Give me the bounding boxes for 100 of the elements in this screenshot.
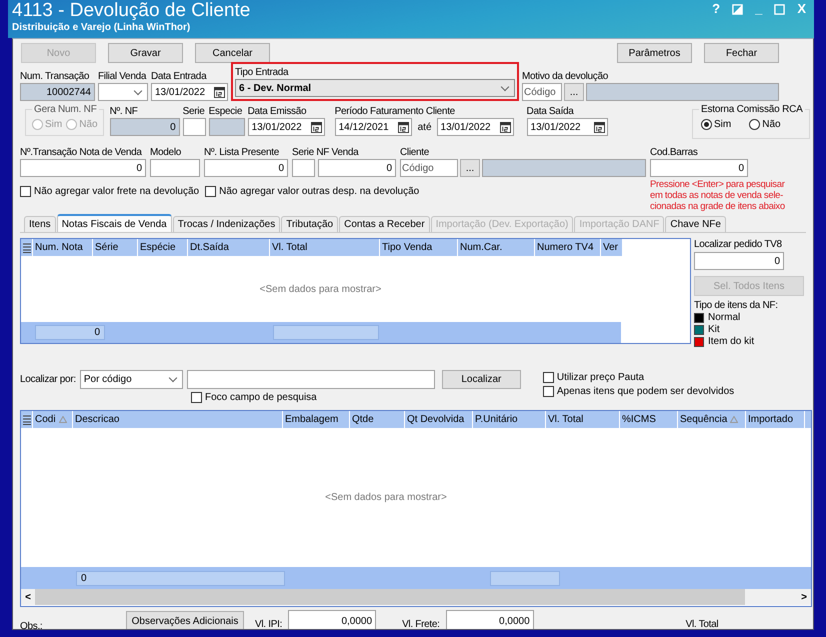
ipi-field[interactable]: 0,0000 <box>288 610 376 629</box>
freight-field[interactable]: 0,0000 <box>446 610 534 629</box>
search-mode-dropdown[interactable]: Por código <box>80 370 183 389</box>
column-header[interactable]: Série <box>92 239 137 256</box>
column-header[interactable]: Vl. Total <box>545 411 619 428</box>
lookup-button[interactable]: ... <box>460 159 480 177</box>
tab[interactable]: Notas Fiscais de Venda <box>56 214 172 232</box>
column-header[interactable]: Ver <box>600 239 622 256</box>
column-chooser-icon[interactable] <box>23 414 31 424</box>
column-header[interactable]: Num.Car. <box>457 239 534 256</box>
checkbox-label: Foco campo de pesquisa <box>205 392 317 403</box>
column-header[interactable]: Vl. Total <box>269 239 379 256</box>
tab[interactable]: Itens <box>24 216 56 232</box>
date-field[interactable]: 13/01/2022 <box>151 83 228 101</box>
tab[interactable]: Chave NFe <box>665 216 726 232</box>
checkbox[interactable] <box>542 372 554 383</box>
entry-type-dropdown[interactable]: 6 - Dev. Normal <box>235 79 515 97</box>
summary-cell <box>490 570 560 586</box>
column-header[interactable]: Embalagem <box>282 411 349 428</box>
checkbox-label: Utilizar preço Pauta <box>556 372 644 383</box>
column-header[interactable]: Tipo Venda <box>379 239 457 256</box>
invoice-number-field: 0 <box>110 118 180 136</box>
scroll-left-arrow[interactable]: < <box>21 592 35 602</box>
order-search-field[interactable]: 0 <box>694 252 784 270</box>
column-header[interactable]: %ICMS <box>619 411 677 428</box>
checkbox[interactable] <box>20 186 31 197</box>
field-label: Nº. Lista Presente <box>204 146 280 159</box>
column-header[interactable]: P.Unitário <box>472 411 545 428</box>
transaction-field: 10002744 <box>20 83 95 101</box>
radio-label: Sim <box>714 118 732 130</box>
search-button[interactable]: Localizar <box>442 370 521 389</box>
calendar-icon[interactable] <box>500 122 511 132</box>
field-label: Data Entrada <box>151 70 208 83</box>
species-field <box>208 118 245 136</box>
checkbox[interactable] <box>542 386 554 397</box>
horizontal-scrollbar[interactable]: < > <box>21 589 811 605</box>
scroll-right-arrow[interactable]: > <box>797 592 811 602</box>
checkbox[interactable] <box>205 186 216 197</box>
column-header[interactable]: Descricao <box>72 411 282 428</box>
sale-invoice-field[interactable]: 0 <box>318 159 396 177</box>
legend-label: Normal <box>708 312 740 324</box>
toolbar-button[interactable]: Cancelar <box>195 43 270 63</box>
column-chooser-icon[interactable] <box>23 242 31 252</box>
sort-icon <box>58 416 67 423</box>
search-field[interactable] <box>186 370 435 389</box>
calendar-icon[interactable] <box>310 122 322 132</box>
field-label: Filial Venda <box>98 70 148 83</box>
field-label: Nº. NF <box>110 105 139 118</box>
column-header[interactable]: Qtde <box>349 411 404 428</box>
legend-label: Kit <box>708 324 720 336</box>
column-header[interactable]: Espécie <box>137 239 187 256</box>
gift-list-field[interactable]: 0 <box>204 159 288 177</box>
date-field[interactable]: 13/01/2022 <box>526 118 608 136</box>
radio-label: Não <box>79 118 98 130</box>
maximize-icon[interactable] <box>774 4 786 14</box>
toolbar-button[interactable]: Fechar <box>704 43 779 63</box>
column-header[interactable]: Qt Devolvida <box>404 411 472 428</box>
calendar-icon[interactable] <box>594 122 605 132</box>
hint-text: Pressione <Enter> para pesquisar em todas as notas de venda sele- cionadas na grade de itens abaixo <box>650 179 786 212</box>
radio-button[interactable] <box>749 118 760 130</box>
column-header[interactable]: Sequência <box>677 411 745 428</box>
date-field[interactable]: 14/12/2021 <box>334 118 412 136</box>
calendar-icon[interactable] <box>214 86 225 98</box>
lookup-button[interactable]: ... <box>564 83 584 101</box>
branch-dropdown[interactable] <box>98 83 148 101</box>
empty-message: <Sem dados para mostrar> <box>260 284 382 294</box>
column-header[interactable]: Dt.Saída <box>187 239 269 256</box>
toolbar-button[interactable]: Gravar <box>108 43 183 63</box>
tab[interactable]: Trocas / Indenizações <box>172 216 280 232</box>
tab[interactable]: Contas a Receber <box>339 216 430 232</box>
column-header[interactable]: Codi <box>32 411 72 428</box>
checkbox-label: Não agregar valor outras desp. na devolução <box>219 186 420 197</box>
code-field[interactable]: Código <box>400 159 458 177</box>
column-header[interactable]: Importado <box>745 411 804 428</box>
date-field[interactable]: 13/01/2022 <box>248 118 325 136</box>
tab[interactable]: Tributação <box>281 216 338 232</box>
sort-icon <box>730 416 738 423</box>
field-label: Data Emissão <box>248 105 308 118</box>
field-label: Motivo da devolução <box>522 70 610 83</box>
series-field[interactable] <box>182 118 206 136</box>
theme-icon[interactable] <box>732 4 744 14</box>
column-header[interactable]: Num. Nota <box>32 239 92 256</box>
barcode-field[interactable]: 0 <box>650 159 748 177</box>
notes-button[interactable]: Observações Adicionais <box>126 611 244 629</box>
field-label: Localizar por: <box>20 373 76 386</box>
checkbox[interactable] <box>191 392 202 403</box>
radio-label: Não <box>762 118 781 130</box>
column-header[interactable]: Numero TV4 <box>534 239 600 256</box>
sale-transaction-field[interactable]: 0 <box>20 159 146 177</box>
calendar-icon[interactable] <box>398 122 409 132</box>
model-field[interactable] <box>150 159 200 177</box>
field-label: Serie NF Venda <box>292 146 360 159</box>
code-field[interactable]: Código <box>522 83 562 101</box>
radio-label: Sim <box>45 118 62 130</box>
date-field[interactable]: 13/01/2022 <box>436 118 514 136</box>
field-label: Cod.Barras <box>650 146 699 159</box>
window-subtitle: Distribuição e Varejo (Linha WinThor) <box>12 22 192 34</box>
radio-button[interactable] <box>701 118 712 130</box>
series-field[interactable] <box>292 159 315 177</box>
toolbar-button[interactable]: Parâmetros <box>617 43 692 63</box>
